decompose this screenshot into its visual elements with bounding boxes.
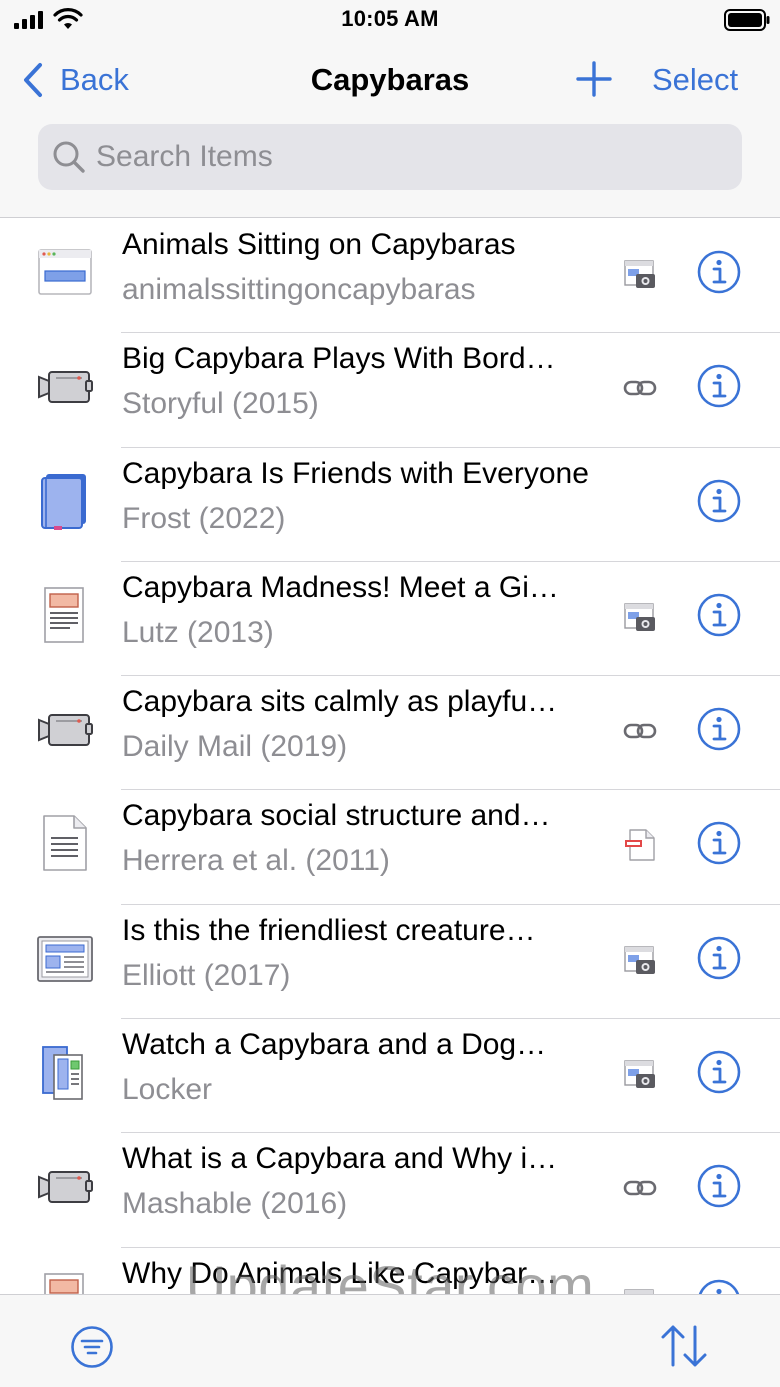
- item-title: Capybara Is Friends with Everyone: [122, 456, 589, 490]
- item-subtitle: animalssittingoncapybaras: [122, 273, 476, 306]
- newspaper-article-icon: [37, 935, 93, 982]
- item-subtitle: Daily Mail (2019): [122, 730, 348, 764]
- book-icon: [41, 473, 86, 530]
- list-item[interactable]: Big Capybara Plays With Bord… Storyful (…: [0, 333, 780, 448]
- link-icon[interactable]: [622, 713, 658, 749]
- item-title: What is a Capybara and Why i…: [122, 1142, 558, 1176]
- item-subtitle: Storyful (2015): [122, 387, 319, 421]
- status-bar: 10:05 AM: [0, 0, 780, 40]
- magazine-article-icon: [44, 587, 84, 643]
- info-icon[interactable]: [696, 706, 742, 752]
- info-icon[interactable]: [696, 820, 742, 866]
- plus-icon[interactable]: [575, 60, 613, 98]
- item-title: Watch a Capybara and a Dog…: [122, 1028, 547, 1062]
- web-snapshot-icon[interactable]: [622, 942, 658, 978]
- item-title: Big Capybara Plays With Bord…: [122, 342, 556, 376]
- info-icon[interactable]: [696, 249, 742, 295]
- magazine-article-icon: [44, 1272, 84, 1294]
- blog-post-icon: [42, 1046, 83, 1100]
- list-item[interactable]: Is this the friendliest creature… Elliot…: [0, 905, 780, 1020]
- info-icon[interactable]: [696, 1049, 742, 1095]
- select-button[interactable]: Select: [652, 62, 738, 98]
- list-item[interactable]: Why Do Animals Like Capybar…: [0, 1248, 780, 1294]
- list-item[interactable]: Watch a Capybara and a Dog… Locker: [0, 1019, 780, 1134]
- item-subtitle: Mashable (2016): [122, 1187, 348, 1221]
- item-subtitle: Lutz (2013): [122, 615, 274, 649]
- list-item[interactable]: Capybara Is Friends with Everyone Frost …: [0, 448, 780, 562]
- items-list: Animals Sitting on Capybaras animalssitt…: [0, 219, 780, 1294]
- item-title: Capybara social structure and…: [122, 799, 551, 833]
- list-item[interactable]: Capybara Madness! Meet a Gi… Lutz (2013): [0, 562, 780, 677]
- filter-icon[interactable]: [70, 1325, 114, 1369]
- item-title: Is this the friendliest creature…: [122, 913, 536, 947]
- status-time: 10:05 AM: [341, 6, 439, 31]
- info-icon[interactable]: [696, 1278, 742, 1294]
- video-icon: [38, 1171, 93, 1204]
- info-icon[interactable]: [696, 935, 742, 981]
- link-icon[interactable]: [622, 370, 658, 406]
- search-input[interactable]: [96, 124, 726, 190]
- list-item[interactable]: Animals Sitting on Capybaras animalssitt…: [0, 219, 780, 334]
- list-item[interactable]: Capybara social structure and… Herrera e…: [0, 790, 780, 905]
- web-snapshot-icon[interactable]: [622, 599, 658, 635]
- web-snapshot-icon[interactable]: [622, 256, 658, 292]
- list-item[interactable]: What is a Capybara and Why i… Mashable (…: [0, 1133, 780, 1248]
- info-icon[interactable]: [696, 1163, 742, 1209]
- video-icon: [38, 714, 93, 747]
- video-icon: [38, 371, 93, 404]
- item-subtitle: Elliott (2017): [122, 958, 291, 992]
- search-bar[interactable]: [38, 124, 742, 190]
- info-icon[interactable]: [696, 478, 742, 524]
- item-subtitle: Frost (2022): [122, 501, 286, 535]
- web-snapshot-icon[interactable]: [622, 1056, 658, 1092]
- webpage-icon: [38, 249, 92, 295]
- list-item[interactable]: Capybara sits calmly as playfu… Daily Ma…: [0, 676, 780, 791]
- navigation-bar: Back Capybaras Select: [0, 40, 780, 218]
- link-icon[interactable]: [622, 1170, 658, 1206]
- item-title: Animals Sitting on Capybaras: [122, 228, 516, 261]
- item-title: Why Do Animals Like Capybar…: [122, 1256, 558, 1290]
- item-subtitle: Locker: [122, 1073, 213, 1107]
- journal-article-icon: [43, 815, 87, 872]
- battery-icon: [724, 9, 770, 31]
- pdf-icon[interactable]: [622, 827, 658, 863]
- search-icon: [53, 141, 85, 173]
- bottom-toolbar: [0, 1294, 780, 1387]
- info-icon[interactable]: [696, 363, 742, 409]
- sort-icon[interactable]: [658, 1323, 710, 1369]
- info-icon[interactable]: [696, 592, 742, 638]
- item-title: Capybara Madness! Meet a Gi…: [122, 570, 559, 604]
- item-title: Capybara sits calmly as playfu…: [122, 685, 558, 719]
- item-subtitle: Herrera et al. (2011): [122, 844, 390, 878]
- web-snapshot-icon[interactable]: [622, 1285, 658, 1294]
